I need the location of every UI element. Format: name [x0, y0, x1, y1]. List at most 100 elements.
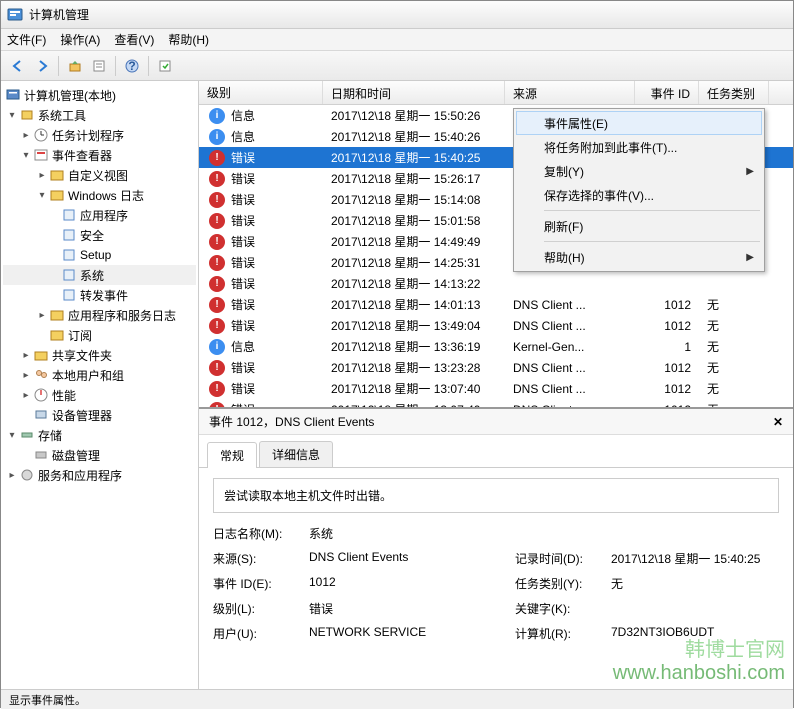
ctx-copy[interactable]: 复制(Y)▶ — [516, 159, 762, 183]
window-title: 计算机管理 — [29, 6, 89, 23]
value-level: 错误 — [309, 600, 509, 617]
tree-performance[interactable]: ▸性能 — [3, 385, 196, 405]
context-menu: 事件属性(E) 将任务附加到此事件(T)... 复制(Y)▶ 保存选择的事件(V… — [513, 108, 765, 272]
tree-storage[interactable]: ▾存储 — [3, 425, 196, 445]
event-level: 错误 — [231, 149, 255, 166]
event-row[interactable]: i信息2017\12\18 星期一 13:36:19Kernel-Gen...1… — [199, 336, 793, 357]
col-source[interactable]: 来源 — [505, 81, 635, 104]
info-icon: i — [209, 129, 225, 145]
event-level: 错误 — [231, 191, 255, 208]
tree-windows-logs[interactable]: ▾Windows 日志 — [3, 185, 196, 205]
event-row[interactable]: !错误2017\12\18 星期一 13:07:40DNS Client ...… — [199, 399, 793, 407]
ctx-save-selected[interactable]: 保存选择的事件(V)... — [516, 183, 762, 207]
col-datetime[interactable]: 日期和时间 — [323, 81, 505, 104]
ctx-event-properties[interactable]: 事件属性(E) — [516, 111, 762, 135]
menu-help[interactable]: 帮助(H) — [168, 31, 209, 48]
value-keywords — [611, 600, 779, 617]
error-icon: ! — [209, 213, 225, 229]
action-button[interactable] — [154, 55, 176, 77]
ctx-attach-task[interactable]: 将任务附加到此事件(T)... — [516, 135, 762, 159]
menu-bar: 文件(F) 操作(A) 查看(V) 帮助(H) — [1, 29, 793, 51]
event-source: DNS Client ... — [505, 382, 635, 396]
event-id: 1012 — [635, 403, 699, 408]
event-level: 错误 — [231, 170, 255, 187]
tree-app-service-logs[interactable]: ▸应用程序和服务日志 — [3, 305, 196, 325]
event-category: 无 — [699, 380, 769, 397]
col-level[interactable]: 级别 — [199, 81, 323, 104]
event-description: 尝试读取本地主机文件时出错。 — [213, 478, 779, 513]
properties-button[interactable] — [88, 55, 110, 77]
event-row[interactable]: !错误2017\12\18 星期一 13:07:40DNS Client ...… — [199, 378, 793, 399]
tree-custom-views[interactable]: ▸自定义视图 — [3, 165, 196, 185]
event-source: DNS Client ... — [505, 361, 635, 375]
forward-button[interactable] — [31, 55, 53, 77]
tab-general[interactable]: 常规 — [207, 442, 257, 468]
tree-device-manager[interactable]: 设备管理器 — [3, 405, 196, 425]
event-category: 无 — [699, 296, 769, 313]
help-button[interactable]: ? — [121, 55, 143, 77]
event-datetime: 2017\12\18 星期一 13:36:19 — [323, 338, 505, 355]
tree-system-log[interactable]: 系统 — [3, 265, 196, 285]
error-icon: ! — [209, 276, 225, 292]
event-row[interactable]: !错误2017\12\18 星期一 13:23:28DNS Client ...… — [199, 357, 793, 378]
tree-disk-management[interactable]: 磁盘管理 — [3, 445, 196, 465]
event-list[interactable]: i信息2017\12\18 星期一 15:50:26Service Co...7… — [199, 105, 793, 407]
event-level: 错误 — [231, 275, 255, 292]
info-icon: i — [209, 108, 225, 124]
event-id: 1012 — [635, 319, 699, 333]
value-event-id: 1012 — [309, 575, 509, 592]
tree-setup-log[interactable]: Setup — [3, 245, 196, 265]
event-datetime: 2017\12\18 星期一 15:40:26 — [323, 128, 505, 145]
tree-services-apps[interactable]: ▸服务和应用程序 — [3, 465, 196, 485]
event-level: 错误 — [231, 317, 255, 334]
chevron-right-icon: ▶ — [746, 252, 754, 263]
tree-system-tools[interactable]: ▾系统工具 — [3, 105, 196, 125]
event-row[interactable]: !错误2017\12\18 星期一 13:49:04DNS Client ...… — [199, 315, 793, 336]
event-source: DNS Client ... — [505, 403, 635, 408]
close-icon[interactable]: ✕ — [773, 415, 783, 429]
event-level: 错误 — [231, 380, 255, 397]
navigation-tree[interactable]: 计算机管理(本地) ▾系统工具 ▸任务计划程序 ▾事件查看器 ▸自定义视图 ▾W… — [1, 81, 199, 689]
event-level: 信息 — [231, 128, 255, 145]
tree-forwarded-events[interactable]: 转发事件 — [3, 285, 196, 305]
detail-pane: 事件 1012，DNS Client Events ✕ 常规 详细信息 尝试读取… — [199, 407, 793, 689]
col-category[interactable]: 任务类别 — [699, 81, 769, 104]
event-category: 无 — [699, 359, 769, 376]
menu-action[interactable]: 操作(A) — [60, 31, 100, 48]
event-list-header: 级别 日期和时间 来源 事件 ID 任务类别 — [199, 81, 793, 105]
event-id: 1 — [635, 340, 699, 354]
event-row[interactable]: !错误2017\12\18 星期一 14:01:13DNS Client ...… — [199, 294, 793, 315]
tree-event-viewer[interactable]: ▾事件查看器 — [3, 145, 196, 165]
ctx-refresh[interactable]: 刷新(F) — [516, 214, 762, 238]
tree-subscriptions[interactable]: 订阅 — [3, 325, 196, 345]
back-button[interactable] — [7, 55, 29, 77]
tree-security-log[interactable]: 安全 — [3, 225, 196, 245]
menu-file[interactable]: 文件(F) — [7, 31, 46, 48]
menu-view[interactable]: 查看(V) — [114, 31, 154, 48]
label-task-cat: 任务类别(Y): — [515, 575, 605, 592]
ctx-help[interactable]: 帮助(H)▶ — [516, 245, 762, 269]
event-category: 无 — [699, 317, 769, 334]
event-level: 错误 — [231, 401, 255, 407]
event-datetime: 2017\12\18 星期一 14:13:22 — [323, 275, 505, 292]
event-datetime: 2017\12\18 星期一 15:50:26 — [323, 107, 505, 124]
tree-local-users[interactable]: ▸本地用户和组 — [3, 365, 196, 385]
col-event-id[interactable]: 事件 ID — [635, 81, 699, 104]
tree-root[interactable]: 计算机管理(本地) — [3, 85, 196, 105]
tree-shared-folders[interactable]: ▸共享文件夹 — [3, 345, 196, 365]
tree-application-log[interactable]: 应用程序 — [3, 205, 196, 225]
error-icon: ! — [209, 150, 225, 166]
event-id: 1012 — [635, 361, 699, 375]
menu-separator — [544, 241, 760, 242]
chevron-right-icon: ▶ — [746, 166, 754, 177]
event-datetime: 2017\12\18 星期一 13:23:28 — [323, 359, 505, 376]
tree-task-scheduler[interactable]: ▸任务计划程序 — [3, 125, 196, 145]
event-row[interactable]: ! 错误 2017\12\18 星期一 14:13:22 — [199, 273, 793, 294]
up-button[interactable] — [64, 55, 86, 77]
event-level: 错误 — [231, 212, 255, 229]
tab-details[interactable]: 详细信息 — [259, 441, 333, 467]
menu-separator — [544, 210, 760, 211]
error-icon: ! — [209, 171, 225, 187]
info-icon: i — [209, 339, 225, 355]
value-log-name: 系统 — [309, 525, 509, 542]
